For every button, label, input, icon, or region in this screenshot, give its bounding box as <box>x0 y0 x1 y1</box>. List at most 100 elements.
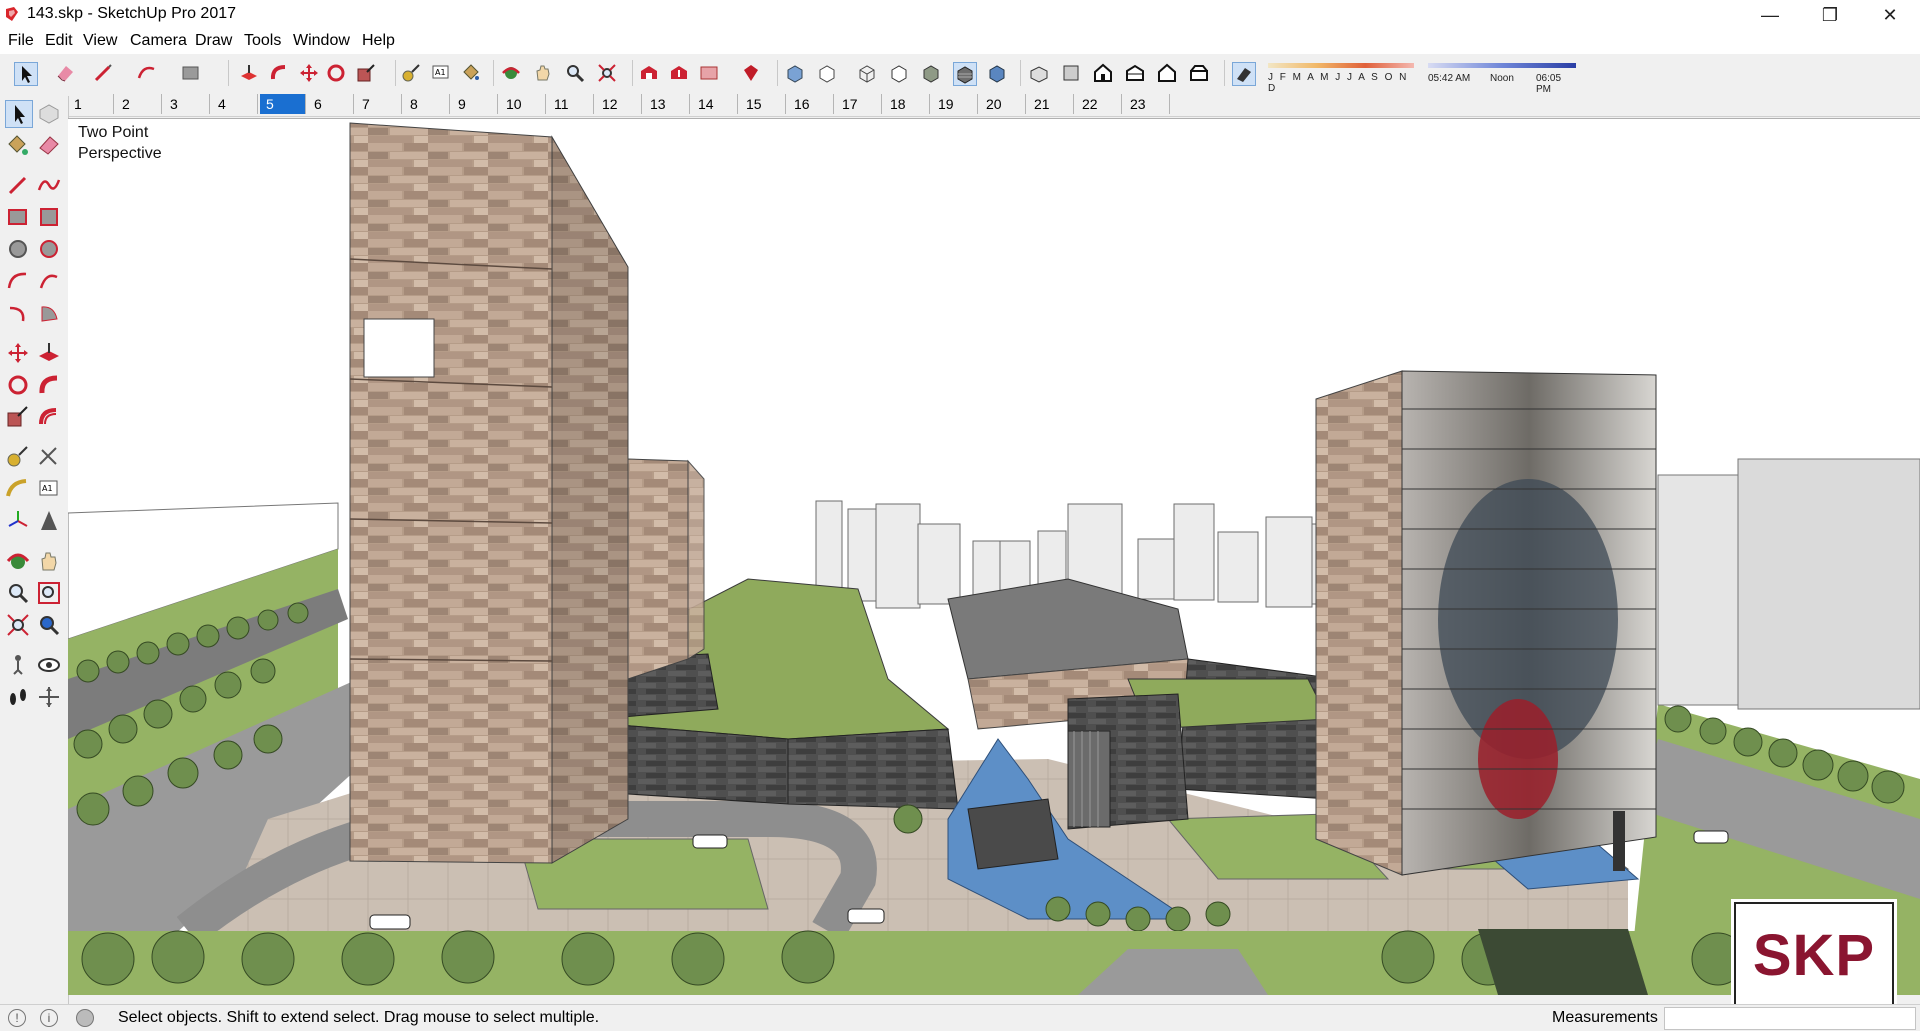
xray-style-icon[interactable] <box>784 62 806 84</box>
back-edges-icon[interactable] <box>816 62 838 84</box>
scene-tab-13[interactable]: 13 <box>644 94 690 114</box>
scene-tab-10[interactable]: 10 <box>500 94 546 114</box>
shaded-style-icon[interactable] <box>920 62 942 84</box>
paint-bucket-icon[interactable] <box>5 132 31 158</box>
ruby-console-icon[interactable] <box>740 62 762 84</box>
freehand-tool-icon[interactable] <box>36 172 62 198</box>
scene-tab-4[interactable]: 4 <box>212 94 258 114</box>
date-slider[interactable]: J F M A M J J A S O N D <box>1268 60 1414 94</box>
shapes-tool-icon[interactable] <box>180 62 202 84</box>
extension-warehouse-icon[interactable] <box>698 62 720 84</box>
right-view-icon[interactable] <box>1124 62 1146 84</box>
maximize-button[interactable]: ❐ <box>1800 0 1860 30</box>
measurements-input[interactable] <box>1664 1007 1916 1030</box>
scene-tab-16[interactable]: 16 <box>788 94 834 114</box>
eraser-tool-icon[interactable] <box>54 62 76 84</box>
display-shadows-icon[interactable] <box>1232 62 1256 86</box>
minimize-button[interactable]: — <box>1740 0 1800 30</box>
select-tool-icon[interactable] <box>5 100 33 128</box>
protractor-tool-icon[interactable] <box>5 476 31 502</box>
line-tool-icon[interactable] <box>5 172 31 198</box>
scene-tab-11[interactable]: 11 <box>548 94 594 114</box>
zoom-extents-icon[interactable] <box>5 612 31 638</box>
scene-tab-3[interactable]: 3 <box>164 94 210 114</box>
move-tool-icon[interactable] <box>298 62 320 84</box>
scene-tab-15[interactable]: 15 <box>740 94 786 114</box>
text-tool-icon[interactable]: A1 <box>430 62 452 84</box>
drawing-viewport[interactable]: Two Point Perspective <box>68 118 1920 995</box>
scene-tab-23[interactable]: 23 <box>1124 94 1170 114</box>
scene-tab-2[interactable]: 2 <box>116 94 162 114</box>
circle-tool-icon[interactable] <box>5 236 31 262</box>
scene-tab-9[interactable]: 9 <box>452 94 498 114</box>
back-view-icon[interactable] <box>1156 62 1178 84</box>
geo-location-icon[interactable]: ! <box>8 1009 26 1027</box>
offset-tool-icon[interactable] <box>36 404 62 430</box>
orbit-icon[interactable] <box>5 548 31 574</box>
tape-measure-icon[interactable] <box>5 444 31 470</box>
user-account-icon[interactable] <box>76 1009 94 1027</box>
scale-tool-icon[interactable] <box>5 404 31 430</box>
polygon-tool-icon[interactable] <box>36 236 62 262</box>
3d-text-icon[interactable] <box>36 508 62 534</box>
line-tool-icon[interactable] <box>92 62 114 84</box>
rectangle-tool-icon[interactable] <box>5 204 31 230</box>
warehouse-icon[interactable] <box>638 62 660 84</box>
text-tool-icon[interactable]: A1 <box>36 476 62 502</box>
arc-tool-icon[interactable] <box>5 268 31 294</box>
follow-me-icon[interactable] <box>36 372 62 398</box>
rotated-rectangle-icon[interactable] <box>36 204 62 230</box>
scene-tab-18[interactable]: 18 <box>884 94 930 114</box>
previous-view-icon[interactable] <box>36 612 62 638</box>
pan-icon[interactable] <box>36 548 62 574</box>
menu-help[interactable]: Help <box>362 32 395 50</box>
menu-camera[interactable]: Camera <box>130 32 187 50</box>
menu-file[interactable]: File <box>8 32 34 50</box>
axes-tool-icon[interactable] <box>5 508 31 534</box>
arc-tool-icon[interactable] <box>135 62 157 84</box>
monochrome-style-icon[interactable] <box>986 62 1008 84</box>
select-tool-icon[interactable] <box>14 62 38 86</box>
rotate-tool-icon[interactable] <box>5 372 31 398</box>
credits-icon[interactable]: i <box>40 1009 58 1027</box>
make-component-icon[interactable] <box>36 100 62 126</box>
scene-tab-22[interactable]: 22 <box>1076 94 1122 114</box>
look-around-icon[interactable] <box>36 652 62 678</box>
zoom-icon[interactable] <box>5 580 31 606</box>
scene-tab-19[interactable]: 19 <box>932 94 978 114</box>
rotate-tool-icon[interactable] <box>325 62 347 84</box>
scene-tab-14[interactable]: 14 <box>692 94 738 114</box>
front-view-icon[interactable] <box>1092 62 1114 84</box>
left-view-icon[interactable] <box>1188 62 1210 84</box>
scene-tab-7[interactable]: 7 <box>356 94 402 114</box>
walk-tool-icon[interactable] <box>5 684 31 710</box>
menu-tools[interactable]: Tools <box>244 32 281 50</box>
shaded-textures-style-icon[interactable] <box>953 62 977 86</box>
zoom-window-icon[interactable] <box>36 580 62 606</box>
scene-tab-8[interactable]: 8 <box>404 94 450 114</box>
three-point-arc-icon[interactable] <box>5 300 31 326</box>
scene-tab-5[interactable]: 5 <box>260 94 306 114</box>
hidden-line-style-icon[interactable] <box>888 62 910 84</box>
pie-tool-icon[interactable] <box>36 300 62 326</box>
zoom-extents-icon[interactable] <box>596 62 618 84</box>
menu-edit[interactable]: Edit <box>45 32 73 50</box>
move-tool-icon[interactable] <box>5 340 31 366</box>
push-pull-icon[interactable] <box>36 340 62 366</box>
scene-tab-17[interactable]: 17 <box>836 94 882 114</box>
position-camera-icon[interactable] <box>5 652 31 678</box>
push-pull-icon[interactable] <box>238 62 260 84</box>
menu-view[interactable]: View <box>83 32 117 50</box>
paint-bucket-icon[interactable] <box>460 62 482 84</box>
eraser-tool-icon[interactable] <box>36 132 62 158</box>
orbit-icon[interactable] <box>500 62 522 84</box>
scene-tab-12[interactable]: 12 <box>596 94 642 114</box>
tape-measure-icon[interactable] <box>400 62 422 84</box>
top-view-icon[interactable] <box>1060 62 1082 84</box>
iso-view-icon[interactable] <box>1028 62 1050 84</box>
scene-tab-6[interactable]: 6 <box>308 94 354 114</box>
close-button[interactable]: ✕ <box>1860 0 1920 30</box>
scene-tab-21[interactable]: 21 <box>1028 94 1074 114</box>
wireframe-style-icon[interactable] <box>856 62 878 84</box>
follow-me-icon[interactable] <box>268 62 290 84</box>
